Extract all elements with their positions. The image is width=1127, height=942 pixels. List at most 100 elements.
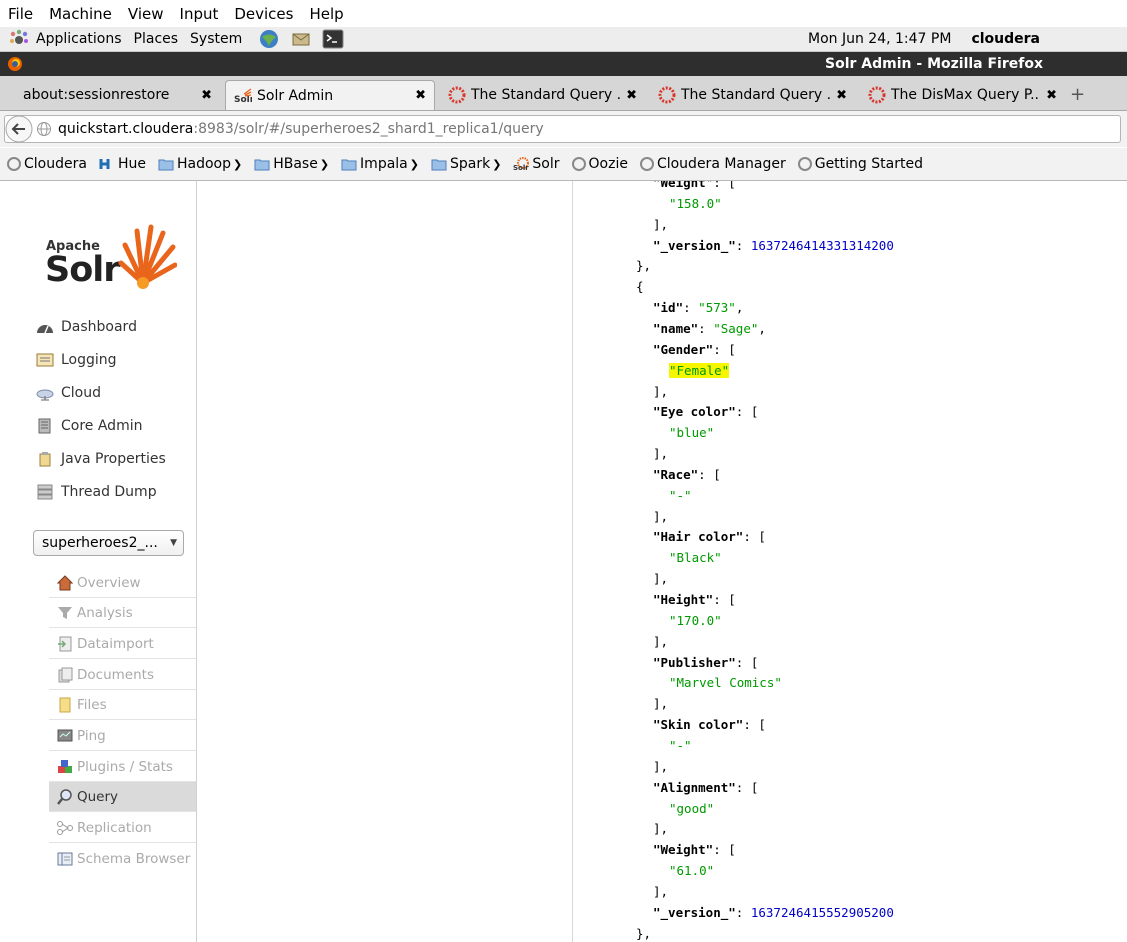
tab-sessionrestore[interactable]: about:sessionrestore ✖	[15, 80, 220, 110]
core-nav-plugins-stats[interactable]: Plugins / Stats	[49, 752, 196, 782]
core-nav-label: Ping	[77, 727, 106, 744]
json-punct: },	[636, 925, 652, 941]
nav-thread-dump[interactable]: Thread Dump	[36, 484, 157, 500]
json-line: "Gender": [	[653, 342, 736, 358]
core-nav-documents[interactable]: Documents	[49, 660, 196, 690]
thread-dump-icon	[37, 484, 53, 500]
chevron-down-icon: ❯	[409, 157, 419, 171]
json-line: ],	[653, 446, 668, 462]
json-line: "170.0"	[669, 613, 722, 629]
firefox-icon	[8, 57, 22, 71]
json-punct: : [	[735, 654, 759, 670]
core-nav-dataimport[interactable]: Dataimport	[49, 629, 196, 659]
tab-standard-query-2[interactable]: The Standard Query ... ✖	[650, 80, 855, 110]
bookmark-cloudera[interactable]: Cloudera	[7, 156, 87, 172]
tab-solr-admin[interactable]: Solr Solr Admin ✖	[225, 80, 435, 110]
core-nav-analysis[interactable]: Analysis	[49, 598, 196, 628]
core-nav-label: Replication	[77, 819, 152, 836]
bookmark-folder-hadoop[interactable]: Hadoop ❯	[158, 156, 242, 172]
json-line: },	[636, 926, 651, 942]
close-tab-icon[interactable]: ✖	[1046, 88, 1057, 103]
close-tab-icon[interactable]: ✖	[201, 88, 212, 103]
json-punct: ],	[653, 633, 669, 649]
json-line: "158.0"	[669, 196, 722, 212]
bookmark-folder-impala[interactable]: Impala ❯	[341, 156, 419, 172]
bookmark-folder-hbase[interactable]: HBase ❯	[254, 156, 329, 172]
json-line: "name": "Sage",	[653, 321, 766, 337]
url-bar[interactable]: quickstart.cloudera:8983/solr/#/superher…	[4, 115, 1121, 143]
system-menu[interactable]: System	[190, 31, 242, 47]
core-nav-overview[interactable]: Overview	[49, 568, 196, 598]
applications-menu[interactable]: Applications	[8, 29, 122, 49]
mail-launcher-icon[interactable]	[290, 28, 312, 50]
back-icon[interactable]	[4, 115, 34, 143]
json-punct: :	[698, 320, 714, 336]
core-nav-ping[interactable]: Ping	[49, 721, 196, 751]
nav-label: Thread Dump	[61, 484, 157, 500]
clock[interactable]: Mon Jun 24, 1:47 PM	[808, 31, 951, 47]
nav-logging[interactable]: Logging	[36, 352, 117, 368]
json-string: "170.0"	[669, 612, 722, 628]
json-line: "id": "573",	[653, 300, 743, 316]
documents-icon	[58, 667, 73, 682]
nav-core-admin[interactable]: Core Admin	[36, 418, 142, 434]
json-line: "Race": [	[653, 467, 721, 483]
json-punct: ],	[653, 571, 669, 587]
bookmark-getting-started[interactable]: Getting Started	[797, 156, 923, 172]
bookmarks-toolbar: Cloudera Hue Hadoop ❯ HBase ❯ Impala ❯ Spar…	[0, 148, 1127, 181]
solr-logo[interactable]: Apache Solr	[45, 223, 180, 293]
close-tab-icon[interactable]: ✖	[626, 88, 637, 103]
json-punct: ],	[653, 508, 669, 524]
json-line: ],	[653, 634, 668, 650]
tab-dismax-query[interactable]: The DisMax Query P... ✖	[860, 80, 1065, 110]
gnome-panel: Applications Places System Mon Jun 24, 1…	[0, 27, 1127, 52]
logging-icon	[36, 353, 54, 367]
vm-menu-input[interactable]: Input	[172, 5, 227, 23]
core-nav-schema-browser[interactable]: Schema Browser	[49, 844, 196, 874]
bookmark-hue[interactable]: Hue	[99, 156, 146, 172]
nav-dashboard[interactable]: Dashboard	[36, 319, 137, 335]
user-name[interactable]: cloudera	[971, 31, 1040, 47]
ping-icon	[57, 729, 73, 741]
vm-menu-file[interactable]: File	[0, 5, 41, 23]
close-tab-icon[interactable]: ✖	[836, 88, 847, 103]
core-nav-query[interactable]: Query	[49, 782, 196, 812]
core-nav-files[interactable]: Files	[49, 690, 196, 720]
json-line: "good"	[669, 801, 714, 817]
core-nav-label: Schema Browser	[77, 851, 191, 867]
tab-label: The Standard Query ...	[471, 87, 621, 103]
json-string: "blue"	[669, 425, 715, 441]
json-line: "blue"	[669, 425, 714, 441]
core-selector[interactable]: superheroes2_... ▼	[33, 530, 184, 556]
gnome-foot-icon	[10, 29, 28, 44]
vm-menu-devices[interactable]: Devices	[226, 5, 301, 23]
bookmark-folder-spark[interactable]: Spark ❯	[431, 156, 501, 172]
close-tab-icon[interactable]: ✖	[415, 88, 426, 103]
json-line: ],	[653, 384, 668, 400]
tab-standard-query-1[interactable]: The Standard Query ... ✖	[440, 80, 645, 110]
json-line: "Hair color": [	[653, 529, 766, 545]
json-key: "Skin color"	[653, 717, 744, 733]
nav-cloud[interactable]: Cloud	[36, 385, 101, 401]
logo-solr: Solr	[45, 250, 121, 290]
bookmark-cloudera-manager[interactable]: Cloudera Manager	[639, 156, 786, 172]
terminal-launcher-icon[interactable]	[322, 29, 344, 49]
nav-java-properties[interactable]: Java Properties	[36, 451, 166, 467]
json-string: "573"	[698, 300, 736, 316]
bookmark-oozie[interactable]: Oozie	[571, 156, 628, 172]
folder-icon	[341, 159, 357, 171]
nav-label: Dashboard	[61, 319, 137, 335]
core-admin-icon	[38, 418, 51, 434]
core-nav-replication[interactable]: Replication	[49, 813, 196, 843]
vm-menu-machine[interactable]: Machine	[41, 5, 120, 23]
new-tab-icon[interactable]: +	[1070, 84, 1085, 105]
places-menu[interactable]: Places	[134, 31, 179, 47]
json-line: "_version_": 1637246414331314200	[653, 238, 894, 254]
json-punct: ],	[653, 758, 669, 774]
browser-launcher-icon[interactable]	[258, 28, 280, 50]
json-line: "Marvel Comics"	[669, 675, 782, 691]
json-line: ],	[653, 759, 668, 775]
vm-menu-help[interactable]: Help	[301, 5, 351, 23]
vm-menu-view[interactable]: View	[120, 5, 172, 23]
bookmark-solr[interactable]: Solr Solr	[513, 156, 559, 172]
